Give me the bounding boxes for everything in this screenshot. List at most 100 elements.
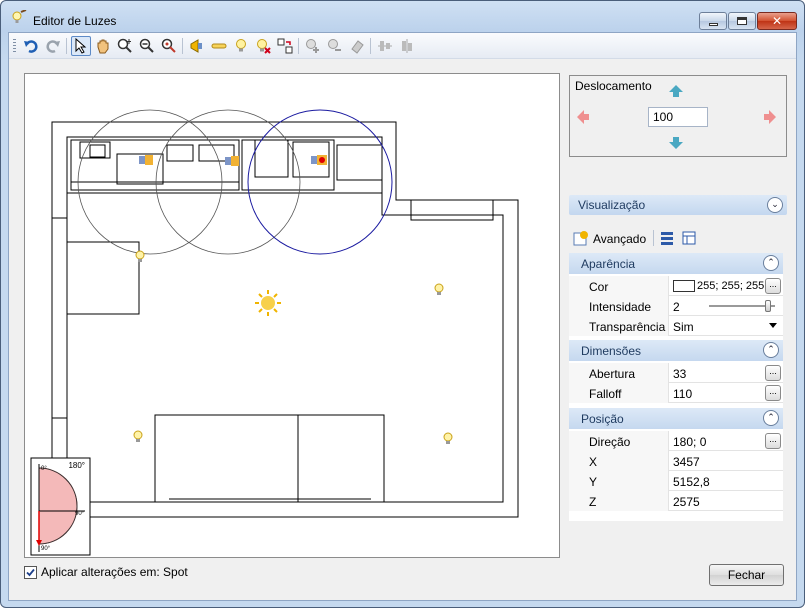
collapse-chevron-icon[interactable]: ⌃ xyxy=(763,410,779,426)
swap-icon xyxy=(277,38,293,54)
toolbar-separator xyxy=(370,38,371,54)
property-row-color[interactable]: Cor 255; 255; 255 ... xyxy=(569,276,783,296)
spotlight-marker[interactable] xyxy=(225,156,239,166)
ellipsis-button[interactable]: ... xyxy=(765,365,781,381)
delete-bulb-icon xyxy=(257,39,271,54)
category-appearance-label: Aparência xyxy=(581,257,636,271)
offset-label: Deslocamento xyxy=(575,79,652,93)
linear-light-button[interactable] xyxy=(209,36,229,56)
property-value: 3457 xyxy=(673,455,700,469)
property-row-transparency[interactable]: Transparência Sim xyxy=(569,316,783,336)
swap-button[interactable] xyxy=(275,36,295,56)
property-name: X xyxy=(569,451,669,471)
remove-group-icon xyxy=(328,39,341,51)
compass-label-right: 90° xyxy=(75,511,85,517)
align-vertical-icon xyxy=(402,39,412,53)
property-name: Direção xyxy=(569,431,669,451)
zoom-extents-button[interactable] xyxy=(159,36,179,56)
undo-button[interactable] xyxy=(21,36,41,56)
toolbar-grip[interactable] xyxy=(13,39,16,53)
arrow-right-icon[interactable] xyxy=(763,109,777,125)
select-button[interactable] xyxy=(71,36,91,56)
ellipsis-button[interactable]: ... xyxy=(765,433,781,449)
category-dimensions[interactable]: Dimensões ⌃ xyxy=(569,340,783,361)
bulb-light[interactable] xyxy=(434,283,444,295)
property-pages-icon[interactable] xyxy=(681,230,697,246)
categorized-view-icon[interactable] xyxy=(659,230,675,246)
delete-light-button[interactable] xyxy=(253,36,273,56)
align-vertical-button[interactable] xyxy=(397,36,417,56)
property-row-falloff[interactable]: Falloff 110 ... xyxy=(569,383,783,403)
advanced-tab-strip: Avançado xyxy=(569,225,787,251)
maximize-button[interactable] xyxy=(728,12,756,30)
align-horizontal-button[interactable] xyxy=(375,36,395,56)
ambient-light-sun[interactable] xyxy=(255,290,281,316)
tab-separator xyxy=(653,230,654,246)
add-group-button[interactable] xyxy=(303,36,323,56)
dropdown-arrow-icon[interactable] xyxy=(769,323,777,328)
fridge xyxy=(254,139,289,178)
compass-label-top-right: 180° xyxy=(68,461,85,470)
cabinet xyxy=(89,144,106,158)
close-window-button[interactable]: ✕ xyxy=(757,12,797,30)
bulb-light[interactable] xyxy=(133,430,143,442)
expand-chevron-icon[interactable]: ⌄ xyxy=(767,197,783,213)
collapse-chevron-icon[interactable]: ⌃ xyxy=(763,255,779,271)
redo-icon xyxy=(46,40,60,53)
bulb-icon xyxy=(236,39,246,52)
property-value: 180; 0 xyxy=(673,435,707,449)
eraser-button[interactable] xyxy=(347,36,367,56)
property-row-x[interactable]: X 3457 xyxy=(569,451,783,471)
arrow-left-icon[interactable] xyxy=(576,109,590,125)
window-title: Editor de Luzes xyxy=(33,14,117,28)
spotlight-marker[interactable] xyxy=(139,155,153,165)
spot-light-button[interactable] xyxy=(187,36,207,56)
point-light-button[interactable] xyxy=(231,36,251,56)
remove-group-button[interactable] xyxy=(325,36,345,56)
arrow-up-icon[interactable] xyxy=(668,84,684,98)
category-position-label: Posição xyxy=(581,412,624,426)
linear-light-icon xyxy=(211,43,227,49)
compass-label-bottom: 90° xyxy=(41,546,51,552)
light-editor-icon xyxy=(12,10,27,23)
property-row-y[interactable]: Y 5152,8 xyxy=(569,471,783,491)
toolbar xyxy=(9,33,796,59)
property-row-intensity[interactable]: Intensidade 2 xyxy=(569,296,783,316)
property-row-aperture[interactable]: Abertura 33 ... xyxy=(569,363,783,383)
collapse-chevron-icon[interactable]: ⌃ xyxy=(763,342,779,358)
fechar-button[interactable]: Fechar xyxy=(709,564,784,586)
ellipsis-button[interactable]: ... xyxy=(765,278,781,294)
client-area: 180° 0° 90° 90° Deslocamento 100 Visuali… xyxy=(8,32,797,601)
category-position[interactable]: Posição ⌃ xyxy=(569,408,783,429)
ellipsis-button[interactable]: ... xyxy=(765,385,781,401)
pan-button[interactable] xyxy=(93,36,113,56)
category-appearance[interactable]: Aparência ⌃ xyxy=(569,253,783,274)
intensity-slider-thumb[interactable] xyxy=(765,300,772,312)
direction-compass[interactable] xyxy=(30,457,91,556)
property-row-z[interactable]: Z 2575 xyxy=(569,491,783,511)
floor-plan-drawing: 180° 0° 90° 90° xyxy=(30,109,519,556)
offset-input[interactable]: 100 xyxy=(648,107,708,127)
inner-wall xyxy=(66,136,504,503)
checkbox-box[interactable] xyxy=(24,566,37,579)
bulb-light[interactable] xyxy=(443,432,453,444)
wall-block-bottom xyxy=(154,414,385,503)
property-row-direction[interactable]: Direção 180; 0 ... xyxy=(569,431,783,451)
floor-plan-canvas[interactable]: 180° 0° 90° 90° xyxy=(24,73,560,558)
minimize-button[interactable] xyxy=(699,12,727,30)
window-left xyxy=(51,217,68,419)
title-bar[interactable]: Editor de Luzes ✕ xyxy=(1,1,804,31)
bulb-light[interactable] xyxy=(135,250,145,262)
zoom-out-button[interactable] xyxy=(137,36,157,56)
arrow-down-icon[interactable] xyxy=(668,136,684,150)
property-grid: Aparência ⌃ Cor 255; 255; 255 ... Intens… xyxy=(569,253,783,521)
redo-button[interactable] xyxy=(43,36,63,56)
property-name: Cor xyxy=(569,276,669,296)
undo-icon xyxy=(24,40,38,53)
zoom-window-button[interactable] xyxy=(115,36,135,56)
selected-spotlight-marker[interactable] xyxy=(311,155,327,165)
stove xyxy=(166,144,194,162)
visualization-section-header[interactable]: Visualização ⌄ xyxy=(569,195,787,215)
close-icon: ✕ xyxy=(771,14,783,28)
advanced-settings-icon[interactable] xyxy=(573,230,589,246)
